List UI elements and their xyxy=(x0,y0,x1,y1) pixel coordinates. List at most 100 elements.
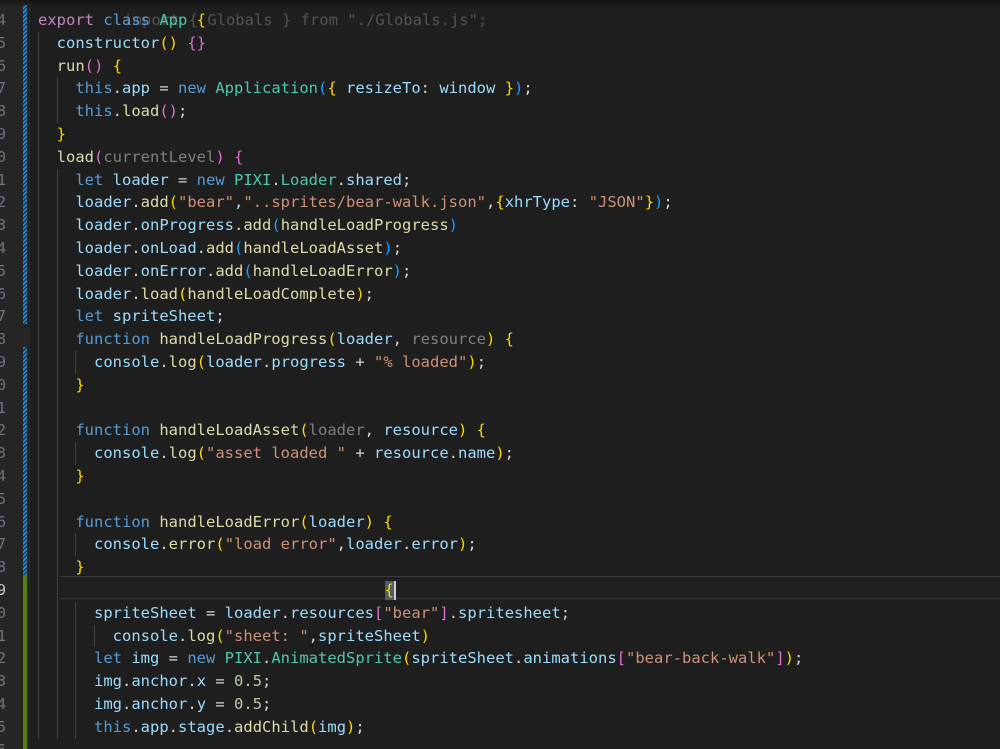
line-number: 9 xyxy=(0,125,6,143)
indent-guide xyxy=(38,31,39,55)
editor-code-surface[interactable]: import { Globals } from "./Globals.js"; … xyxy=(30,0,1000,749)
code-editor[interactable]: import { Globals } from "./Globals.js"; … xyxy=(0,0,1000,749)
code-line[interactable]: function handleLoadError(loader) { xyxy=(30,511,1000,534)
line-number: 34 xyxy=(0,695,6,713)
code-line[interactable]: this.load(); xyxy=(30,100,1000,123)
line-number: 8 xyxy=(0,102,6,121)
indent-guide xyxy=(56,77,58,101)
line-number: 23 xyxy=(0,444,6,463)
editor-gutter[interactable]: 4 5 6 7 8 9 10 11 12 13 14 15 16 17 18 19 20 21 22 23 24 25 26… xyxy=(0,0,30,749)
code-line-text: console.error("load error",loader.error)… xyxy=(94,535,477,554)
indent-guide xyxy=(56,693,58,716)
code-line[interactable]: function handleLoadProgress(loader, reso… xyxy=(30,328,1000,351)
indent-guide xyxy=(38,579,39,602)
indent-guide xyxy=(56,715,58,739)
code-line-text: loader.onProgress.add(handleLoadProgress… xyxy=(75,216,459,235)
code-line-text: loader.onError.add(handleLoadError); xyxy=(75,261,412,280)
git-gutter-modified[interactable] xyxy=(23,347,27,575)
line-number: 4 xyxy=(0,11,6,29)
indent-guide xyxy=(38,328,39,351)
code-line[interactable]: this.app.stage.addChild(img); xyxy=(30,716,1000,739)
code-line[interactable]: img.anchor.x = 0.5; xyxy=(30,670,1000,693)
git-gutter-modified[interactable] xyxy=(23,5,27,325)
line-number: 6 xyxy=(0,56,6,75)
code-line[interactable]: loader.onProgress.add(handleLoadProgress… xyxy=(30,214,1000,237)
indent-guide xyxy=(56,556,58,579)
code-line[interactable]: export class App { xyxy=(30,9,1000,32)
indent-guide xyxy=(38,396,39,420)
code-line[interactable]: let loader = new PIXI.Loader.shared; xyxy=(30,169,1000,192)
code-line[interactable]: loader.load(handleLoadComplete); xyxy=(30,283,1000,306)
line-number: 11 xyxy=(0,170,6,189)
line-number: 24 xyxy=(0,467,6,485)
code-line-text: this.app = new Application({ resizeTo: w… xyxy=(75,79,533,98)
indent-guide xyxy=(38,715,39,739)
code-line[interactable]: let spriteSheet; xyxy=(30,305,1000,328)
indent-guide xyxy=(38,647,39,671)
line-number: 35 xyxy=(0,717,6,736)
indent-guide xyxy=(75,533,77,557)
code-line-text: let spriteSheet; xyxy=(75,307,225,326)
indent-guide xyxy=(56,396,58,420)
code-line-text: load(currentLevel) { xyxy=(56,147,244,166)
code-line[interactable] xyxy=(30,397,1000,420)
code-line-text: console.log("sheet: ",spriteSheet) xyxy=(112,626,431,645)
code-line-text: let loader = new PIXI.Loader.shared; xyxy=(75,170,412,189)
code-line[interactable]: load(currentLevel) { xyxy=(30,146,1000,169)
line-number: 18 xyxy=(0,330,6,349)
line-number: 14 xyxy=(0,239,6,257)
indent-guide xyxy=(38,237,39,260)
code-line[interactable]: console.log("asset loaded " + resource.n… xyxy=(30,442,1000,465)
indent-guide xyxy=(38,123,39,146)
code-line[interactable]: console.log("sheet: ",spriteSheet) xyxy=(30,625,1000,648)
code-line[interactable]: } xyxy=(30,123,1000,146)
indent-guide xyxy=(38,214,39,237)
code-line[interactable]: function handleLoadAsset(loader, resourc… xyxy=(30,419,1000,442)
indent-guide xyxy=(38,465,39,488)
code-line[interactable]: run() { xyxy=(30,55,1000,78)
indent-guide xyxy=(56,259,58,283)
indent-guide xyxy=(38,373,39,397)
code-line[interactable]: loader.onError.add(handleLoadError); xyxy=(30,260,1000,283)
line-number: 22 xyxy=(0,421,6,440)
indent-guide xyxy=(38,100,39,123)
indent-guide xyxy=(38,533,39,557)
code-line-text: let img = new PIXI.AnimatedSprite(sprite… xyxy=(94,649,804,668)
line-number: 33 xyxy=(0,672,6,691)
code-line[interactable]: loader.add("bear","..sprites/bear-walk.j… xyxy=(30,191,1000,214)
code-line[interactable]: console.error("load error",loader.error)… xyxy=(30,533,1000,556)
code-line-text: loader.onLoad.add(handleLoadAsset); xyxy=(75,239,403,257)
indent-guide xyxy=(38,624,39,648)
code-line[interactable]: img.anchor.y = 0.5; xyxy=(30,693,1000,716)
indent-guide xyxy=(56,510,58,534)
code-line[interactable]: loader.onLoad.add(handleLoadAsset); xyxy=(30,237,1000,260)
code-line-text: img.anchor.y = 0.5; xyxy=(94,695,272,713)
code-line[interactable] xyxy=(30,488,1000,511)
indent-guide xyxy=(38,601,39,625)
git-gutter-added[interactable] xyxy=(23,575,27,749)
line-number: 27 xyxy=(0,535,6,554)
indent-guide xyxy=(75,624,77,648)
indent-guide xyxy=(75,670,77,693)
line-number: 30 xyxy=(0,603,6,622)
line-number: 36 xyxy=(0,739,6,749)
indent-guide xyxy=(56,100,58,123)
code-line[interactable]: let img = new PIXI.AnimatedSprite(sprite… xyxy=(30,647,1000,670)
code-line[interactable]: spriteSheet = loader.resources["bear"].s… xyxy=(30,602,1000,625)
code-line[interactable]: } xyxy=(30,465,1000,488)
indent-guide xyxy=(38,670,39,693)
indent-guide xyxy=(75,693,77,716)
code-line[interactable]: } xyxy=(30,374,1000,397)
code-line-text: console.log("asset loaded " + resource.n… xyxy=(94,444,515,463)
indent-guide xyxy=(38,282,39,306)
indent-guide xyxy=(56,305,58,329)
code-line-text: function handleLoadProgress(loader, reso… xyxy=(75,330,515,349)
indent-guide xyxy=(56,282,58,306)
indent-guide xyxy=(38,351,39,374)
line-number: 5 xyxy=(0,33,6,52)
line-number: 19 xyxy=(0,353,6,371)
code-line[interactable]: console.log(loader.progress + "% loaded"… xyxy=(30,351,1000,374)
line-number: 21 xyxy=(0,398,6,417)
code-line[interactable]: constructor() {} xyxy=(30,32,1000,55)
code-line[interactable]: this.app = new Application({ resizeTo: w… xyxy=(30,77,1000,100)
